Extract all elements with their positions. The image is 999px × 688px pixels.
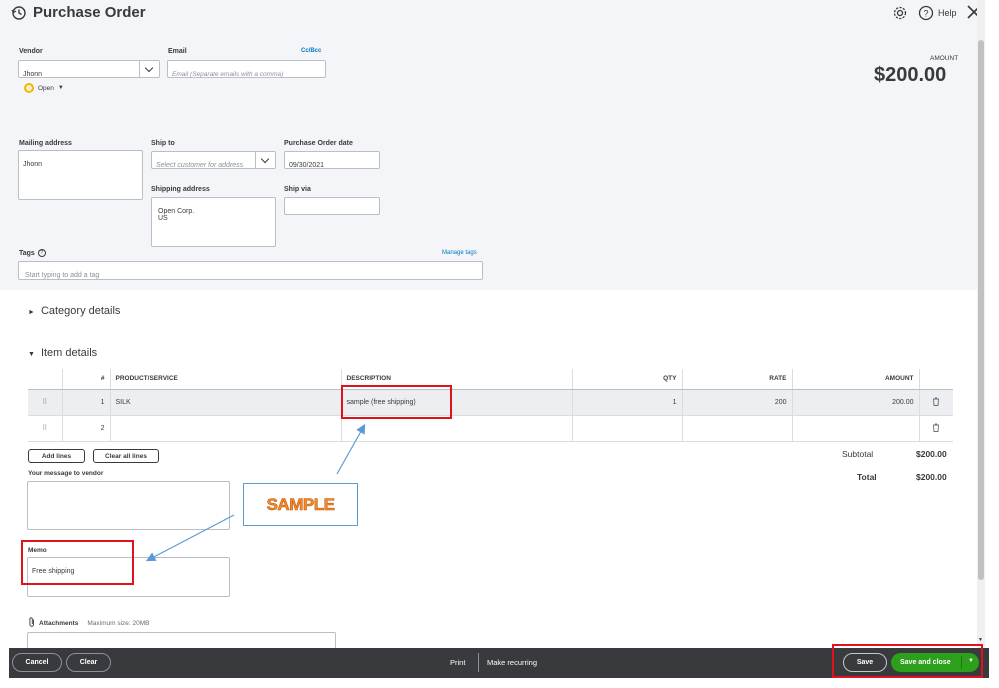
- clear-button[interactable]: Clear: [66, 653, 111, 672]
- save-buttons-highlight-box: [832, 644, 983, 678]
- footer-divider: [478, 653, 479, 672]
- annotation-arrows: [145, 423, 366, 562]
- make-recurring-link[interactable]: Make recurring: [487, 658, 537, 667]
- print-link[interactable]: Print: [450, 658, 465, 667]
- cancel-button[interactable]: Cancel: [12, 653, 62, 672]
